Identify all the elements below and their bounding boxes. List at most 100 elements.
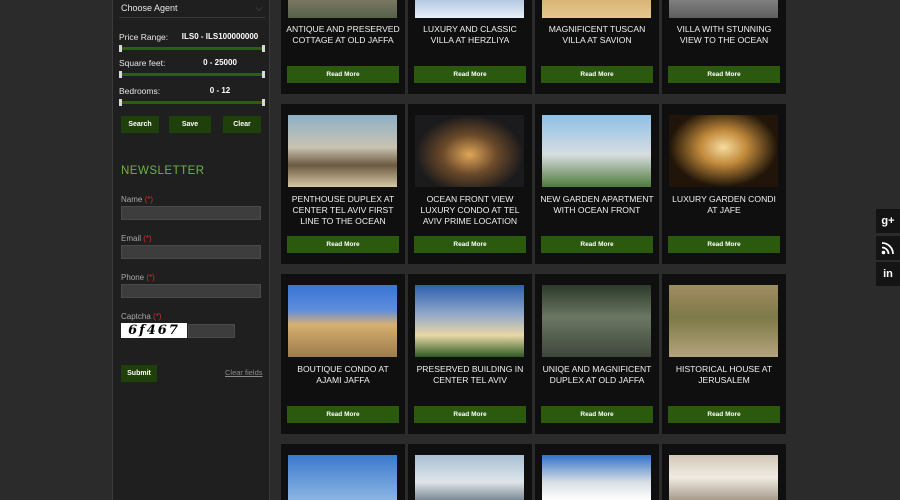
sqft-range-label: Square feet:: [119, 58, 166, 68]
read-more-button[interactable]: Read More: [541, 236, 653, 253]
email-field[interactable]: [121, 245, 261, 259]
listing-card: MAGNIFICENT TUSCAN VILLA AT SAVION Read …: [535, 0, 659, 94]
listing-photo[interactable]: [669, 115, 778, 187]
captcha-label: Captcha (*): [121, 312, 161, 321]
sqft-range: Square feet: 0 - 25000: [119, 58, 265, 78]
clear-button[interactable]: Clear: [223, 116, 261, 133]
listing-title[interactable]: LUXURY AND CLASSIC VILLA AT HERZLIYA: [412, 24, 528, 46]
listing-photo[interactable]: [288, 285, 397, 357]
read-more-button[interactable]: Read More: [414, 236, 526, 253]
listing-photo[interactable]: [288, 0, 397, 18]
listing-card: NEW GARDEN APARTMENT WITH OCEAN FRONT Re…: [535, 104, 659, 264]
read-more-button[interactable]: Read More: [287, 236, 399, 253]
chevron-down-icon[interactable]: ⌵: [255, 0, 263, 17]
bedrooms-range-track[interactable]: [119, 101, 265, 104]
read-more-button[interactable]: Read More: [287, 66, 399, 83]
listing-title[interactable]: BOUTIQUE CONDO AT AJAMI JAFFA: [285, 364, 401, 386]
listing-card: HISTORICAL HOUSE AT JERUSALEM Read More: [662, 274, 786, 434]
sidebar: Choose Agent ⌵ Price Range: ILS0 - ILS10…: [112, 0, 270, 500]
price-range-max-handle[interactable]: [262, 45, 265, 52]
read-more-button[interactable]: Read More: [414, 406, 526, 423]
captcha-field[interactable]: [188, 324, 235, 338]
rss-icon[interactable]: [876, 236, 900, 260]
rss-glyph: [881, 242, 894, 255]
search-button[interactable]: Search: [121, 116, 159, 133]
listing-card: [662, 444, 786, 500]
email-label-text: Email: [121, 234, 142, 243]
linkedin-icon[interactable]: in: [876, 262, 900, 286]
listing-title[interactable]: NEW GARDEN APARTMENT WITH OCEAN FRONT: [539, 194, 655, 216]
listing-photo[interactable]: [542, 455, 651, 500]
listing-card: LUXURY GARDEN CONDI AT JAFE Read More: [662, 104, 786, 264]
listing-photo[interactable]: [542, 0, 651, 18]
clear-fields-link[interactable]: Clear fields: [225, 368, 263, 377]
listing-card: LUXURY AND CLASSIC VILLA AT HERZLIYA Rea…: [408, 0, 532, 94]
read-more-button[interactable]: Read More: [287, 406, 399, 423]
listing-photo[interactable]: [288, 455, 397, 500]
listing-photo[interactable]: [288, 115, 397, 187]
bedrooms-range-label: Bedrooms:: [119, 86, 161, 96]
required-mark: (*): [153, 312, 162, 321]
price-range-min-handle[interactable]: [119, 45, 122, 52]
required-mark: (*): [143, 234, 152, 243]
captcha-image: 6f467: [121, 323, 187, 338]
google-plus-icon[interactable]: g+: [876, 209, 900, 233]
email-label: Email (*): [121, 234, 152, 243]
bedrooms-range-min-handle[interactable]: [119, 99, 122, 106]
listing-title[interactable]: HISTORICAL HOUSE AT JERUSALEM: [666, 364, 782, 386]
save-button[interactable]: Save: [169, 116, 211, 133]
required-mark: (*): [144, 195, 154, 204]
sqft-range-min-handle[interactable]: [119, 71, 122, 78]
sqft-range-track[interactable]: [119, 73, 265, 76]
listing-photo[interactable]: [669, 0, 778, 18]
listing-title[interactable]: LUXURY GARDEN CONDI AT JAFE: [666, 194, 782, 216]
read-more-button[interactable]: Read More: [541, 66, 653, 83]
submit-button[interactable]: Submit: [121, 365, 157, 382]
sqft-range-max-handle[interactable]: [262, 71, 265, 78]
read-more-button[interactable]: Read More: [668, 236, 780, 253]
required-mark: (*): [146, 273, 155, 282]
listing-photo[interactable]: [415, 0, 524, 18]
listing-title[interactable]: PRESERVED BUILDING IN CENTER TEL AVIV: [412, 364, 528, 386]
read-more-button[interactable]: Read More: [414, 66, 526, 83]
listing-card: UNIQE AND MAGNIFICENT DUPLEX AT OLD JAFF…: [535, 274, 659, 434]
listing-card: [408, 444, 532, 500]
listing-photo[interactable]: [542, 285, 651, 357]
listing-grid: ANTIQUE AND PRESERVED COTTAGE AT OLD JAF…: [281, 0, 787, 500]
bedrooms-range: Bedrooms: 0 - 12: [119, 86, 265, 106]
sqft-range-value: 0 - 25000: [203, 58, 237, 67]
listing-photo[interactable]: [542, 115, 651, 187]
price-range-value: ILS0 - ILS100000000: [181, 32, 259, 41]
listing-card: ANTIQUE AND PRESERVED COTTAGE AT OLD JAF…: [281, 0, 405, 94]
listing-card: BOUTIQUE CONDO AT AJAMI JAFFA Read More: [281, 274, 405, 434]
listing-title[interactable]: OCEAN FRONT VIEW LUXURY CONDO AT TEL AVI…: [412, 194, 528, 227]
listing-card: [281, 444, 405, 500]
listing-title[interactable]: ANTIQUE AND PRESERVED COTTAGE AT OLD JAF…: [285, 24, 401, 46]
phone-field[interactable]: [121, 284, 261, 298]
listing-card: PENTHOUSE DUPLEX AT CENTER TEL AVIV FIRS…: [281, 104, 405, 264]
name-label: Name (*): [121, 195, 153, 204]
phone-label: Phone (*): [121, 273, 155, 282]
listing-title[interactable]: MAGNIFICENT TUSCAN VILLA AT SAVION: [539, 24, 655, 46]
price-range: Price Range: ILS0 - ILS100000000: [119, 32, 265, 52]
name-field[interactable]: [121, 206, 261, 220]
listing-photo[interactable]: [669, 285, 778, 357]
bedrooms-range-max-handle[interactable]: [262, 99, 265, 106]
listing-card: VILLA WITH STUNNING VIEW TO THE OCEAN Re…: [662, 0, 786, 94]
listing-photo[interactable]: [415, 455, 524, 500]
listing-title[interactable]: PENTHOUSE DUPLEX AT CENTER TEL AVIV FIRS…: [285, 194, 401, 227]
agent-select[interactable]: Choose Agent ⌵: [119, 0, 265, 18]
listing-title[interactable]: VILLA WITH STUNNING VIEW TO THE OCEAN: [666, 24, 782, 46]
listing-card: PRESERVED BUILDING IN CENTER TEL AVIV Re…: [408, 274, 532, 434]
listing-photo[interactable]: [415, 115, 524, 187]
read-more-button[interactable]: Read More: [541, 406, 653, 423]
listing-card: OCEAN FRONT VIEW LUXURY CONDO AT TEL AVI…: [408, 104, 532, 264]
read-more-button[interactable]: Read More: [668, 66, 780, 83]
bedrooms-range-value: 0 - 12: [209, 86, 231, 95]
listing-photo[interactable]: [669, 455, 778, 500]
listing-photo[interactable]: [415, 285, 524, 357]
listing-title[interactable]: UNIQE AND MAGNIFICENT DUPLEX AT OLD JAFF…: [539, 364, 655, 386]
name-label-text: Name: [121, 195, 143, 204]
price-range-track[interactable]: [119, 47, 265, 50]
read-more-button[interactable]: Read More: [668, 406, 780, 423]
